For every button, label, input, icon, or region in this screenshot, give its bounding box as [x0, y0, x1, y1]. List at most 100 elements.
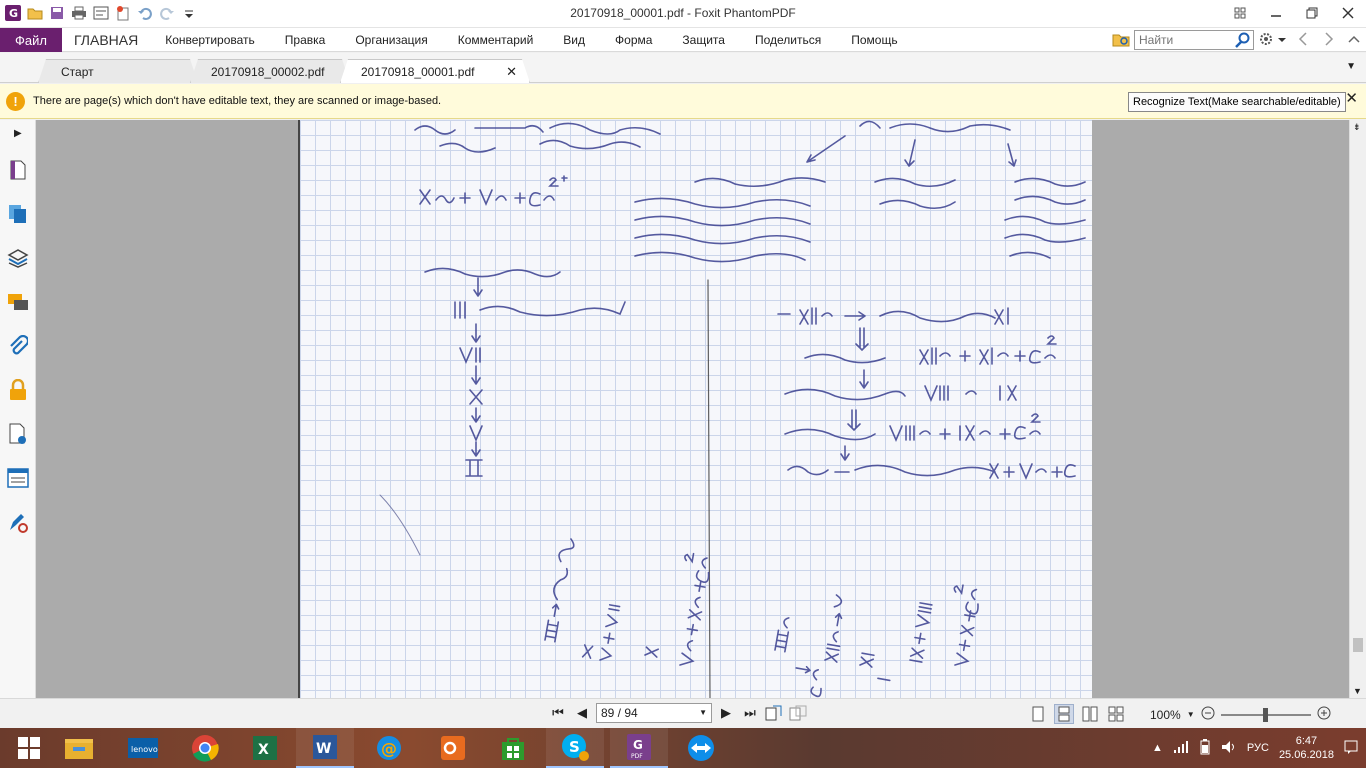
zoom-slider-thumb[interactable]: [1262, 707, 1268, 722]
zoom-controls: 100% ▼: [1150, 706, 1331, 723]
zoom-level[interactable]: 100%: [1150, 708, 1181, 722]
scroll-down-icon[interactable]: ▼: [1353, 686, 1362, 696]
lenovo-app-icon[interactable]: lenovo: [114, 728, 172, 768]
dropdown-arrow-icon[interactable]: [1278, 33, 1286, 47]
menu-home[interactable]: ГЛАВНАЯ: [62, 32, 150, 48]
tab-label: 20170918_00002.pdf: [211, 65, 325, 79]
settings-gear-icon[interactable]: [1258, 31, 1274, 50]
mail-agent-icon[interactable]: @: [360, 728, 418, 768]
tab-document-1[interactable]: 20170918_00001.pdf ✕: [340, 59, 530, 83]
clock-time: 6:47: [1295, 735, 1318, 747]
first-page-icon[interactable]: ⏮: [548, 703, 568, 723]
last-page-icon[interactable]: ⏭: [740, 703, 760, 723]
file-menu[interactable]: Файл: [0, 28, 62, 52]
single-page-icon[interactable]: [1028, 704, 1048, 724]
chrome-icon[interactable]: [176, 728, 234, 768]
save-icon[interactable]: [48, 4, 66, 22]
menu-edit[interactable]: Правка: [270, 33, 341, 47]
certify-pen-icon[interactable]: [6, 510, 30, 534]
nav-forward-icon[interactable]: [1324, 31, 1334, 49]
recognize-text-button[interactable]: Recognize Text(Make searchable/editable): [1128, 92, 1346, 112]
menu-organize[interactable]: Организация: [340, 33, 442, 47]
continuous-page-icon[interactable]: [1054, 704, 1074, 724]
tab-start[interactable]: Старт: [38, 59, 198, 83]
skype-icon[interactable]: S: [546, 728, 604, 768]
clock[interactable]: 6:47 25.06.2018: [1279, 734, 1334, 762]
expand-panel-icon[interactable]: ▶: [14, 128, 22, 139]
volume-icon[interactable]: [1221, 740, 1237, 757]
input-language[interactable]: РУС: [1247, 742, 1269, 754]
excel-icon[interactable]: X: [236, 728, 294, 768]
foxit-pdf-taskbar-icon[interactable]: G PDF: [610, 728, 668, 768]
menu-share[interactable]: Поделиться: [740, 33, 836, 47]
scrollbar-thumb[interactable]: [1353, 638, 1363, 652]
tray-expand-icon[interactable]: ▲: [1152, 742, 1163, 754]
title-bar: G 20170918_00001.pdf - Foxit PhantomPDF: [0, 0, 1366, 28]
clock-date: 25.06.2018: [1278, 749, 1334, 761]
page-number-text: 89 / 94: [601, 706, 638, 720]
next-page-icon[interactable]: ▶: [716, 703, 736, 723]
network-signal-icon[interactable]: [1173, 740, 1189, 757]
layers-icon[interactable]: [6, 246, 30, 270]
svg-text:lenovo: lenovo: [131, 745, 158, 754]
page-dropdown-icon[interactable]: ▼: [699, 708, 707, 717]
outlook-icon[interactable]: [424, 728, 482, 768]
file-explorer-icon[interactable]: [50, 728, 108, 768]
pages-icon[interactable]: [6, 202, 30, 226]
menu-convert[interactable]: Конвертировать: [150, 33, 270, 47]
redo-icon[interactable]: [158, 4, 176, 22]
status-bar: ⏮ ◀ 89 / 94 ▼ ▶ ⏭ 100% ▼: [0, 698, 1366, 728]
attachments-icon[interactable]: [6, 334, 30, 358]
document-view[interactable]: [36, 120, 1349, 698]
teamviewer-icon[interactable]: [672, 728, 730, 768]
battery-icon[interactable]: [1199, 738, 1211, 758]
menu-view[interactable]: Вид: [548, 33, 600, 47]
open-folder-icon[interactable]: [26, 4, 44, 22]
facing-pages-icon[interactable]: [1080, 704, 1100, 724]
collapse-ribbon-icon[interactable]: [1348, 33, 1360, 47]
close-icon[interactable]: [1330, 0, 1366, 26]
page-number-field[interactable]: 89 / 94 ▼: [596, 703, 712, 723]
restore-icon[interactable]: [1294, 0, 1330, 26]
content-list-icon[interactable]: [6, 466, 30, 490]
new-document-icon[interactable]: [114, 4, 132, 22]
find-folder-icon[interactable]: [1112, 31, 1130, 50]
properties-icon[interactable]: [92, 4, 110, 22]
document-signature-icon[interactable]: [6, 422, 30, 446]
zoom-slider[interactable]: [1220, 707, 1311, 722]
handwritten-notes-image: [379, 120, 1086, 698]
menu-comment[interactable]: Комментарий: [443, 33, 549, 47]
nav-back-icon[interactable]: [1298, 31, 1308, 49]
previous-page-icon[interactable]: ◀: [572, 703, 592, 723]
split-view-icon[interactable]: ⇟: [1353, 122, 1361, 133]
tab-close-icon[interactable]: ✕: [506, 64, 517, 80]
menu-protect[interactable]: Защита: [667, 33, 740, 47]
undo-icon[interactable]: [136, 4, 154, 22]
zoom-in-icon[interactable]: [1317, 706, 1331, 723]
continuous-facing-icon[interactable]: [1106, 704, 1126, 724]
word-icon[interactable]: W: [296, 728, 354, 768]
customize-qat-icon[interactable]: [180, 4, 198, 22]
notifications-icon[interactable]: [1344, 740, 1358, 757]
vertical-scrollbar[interactable]: ⇟ ▼: [1349, 120, 1366, 698]
security-lock-icon[interactable]: [6, 378, 30, 402]
minimize-icon[interactable]: [1258, 0, 1294, 26]
insert-page-icon[interactable]: [764, 703, 784, 723]
tab-document-2[interactable]: 20170918_00002.pdf: [190, 59, 350, 83]
svg-text:PDF: PDF: [631, 753, 643, 760]
zoom-dropdown-icon[interactable]: ▼: [1187, 710, 1195, 719]
ribbon-display-icon[interactable]: [1222, 0, 1258, 26]
menu-form[interactable]: Форма: [600, 33, 667, 47]
extract-page-icon[interactable]: [788, 703, 808, 723]
search-icon[interactable]: [1235, 32, 1251, 51]
search-input[interactable]: [1135, 31, 1231, 49]
windows-logo-icon: [18, 737, 40, 759]
comments-icon[interactable]: [6, 290, 30, 314]
zoom-out-icon[interactable]: [1201, 706, 1215, 723]
page-thumbnails-icon[interactable]: [6, 158, 30, 182]
print-icon[interactable]: [70, 4, 88, 22]
menu-help[interactable]: Помощь: [836, 33, 912, 47]
notification-close-icon[interactable]: ✕: [1345, 89, 1358, 107]
store-icon[interactable]: [484, 728, 542, 768]
tab-list-dropdown-icon[interactable]: ▼: [1346, 61, 1356, 72]
